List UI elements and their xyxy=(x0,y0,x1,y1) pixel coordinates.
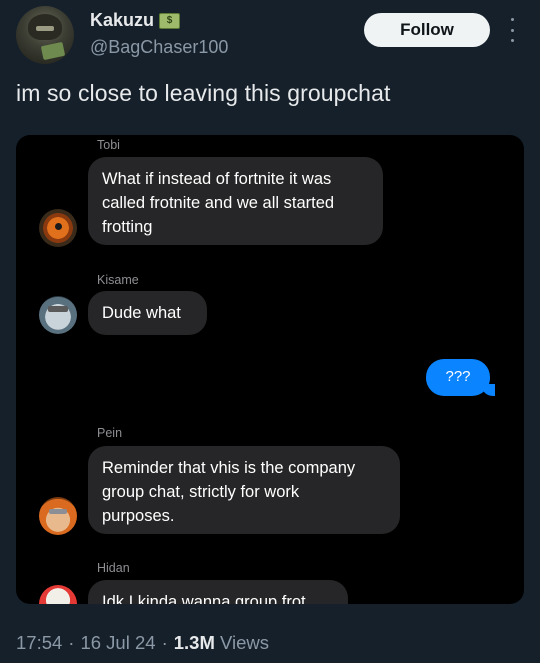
chat-sender-name: Hidan xyxy=(97,561,130,575)
chat-bubble-incoming: What if instead of fortnite it was calle… xyxy=(88,157,383,245)
chat-bubble-incoming: Idk I kinda wanna group frot xyxy=(88,580,348,604)
avatar-eyes-shape xyxy=(36,26,54,31)
follow-button[interactable]: Follow xyxy=(364,13,490,47)
tweet-media-chat-screenshot[interactable]: Tobi What if instead of fortnite it was … xyxy=(16,135,524,604)
hidan-avatar xyxy=(39,585,77,604)
avatar-money-shape xyxy=(40,41,66,61)
tweet-time[interactable]: 17:54 xyxy=(16,632,62,654)
chat-bubble-incoming: Dude what xyxy=(88,291,207,335)
tweet-header: Kakuzu $ @BagChaser100 Follow xyxy=(0,0,540,70)
more-dot xyxy=(510,28,514,32)
author-handle[interactable]: @BagChaser100 xyxy=(90,37,228,58)
kisame-avatar xyxy=(39,296,77,334)
author-avatar[interactable] xyxy=(16,6,74,64)
chat-bubble-incoming: Reminder that vhis is the company group … xyxy=(88,446,400,534)
chat-sender-name: Kisame xyxy=(97,273,139,287)
money-emoji-icon: $ xyxy=(159,12,181,29)
more-options-icon[interactable] xyxy=(504,18,520,42)
views-count[interactable]: 1.3M xyxy=(174,632,215,653)
meta-separator: · xyxy=(68,632,75,653)
chat-sender-name: Tobi xyxy=(97,138,120,152)
chat-bubble-outgoing: ??? xyxy=(426,359,495,396)
author-display-name[interactable]: Kakuzu xyxy=(90,10,154,31)
more-dot xyxy=(510,18,514,21)
tobi-avatar xyxy=(39,209,77,247)
more-dot xyxy=(510,39,514,42)
tweet-text: im so close to leaving this groupchat xyxy=(16,80,391,106)
meta-separator: · xyxy=(161,632,168,653)
tweet-meta: 17:54 · 16 Jul 24 · 1.3M Views xyxy=(16,632,269,654)
views-label: Views xyxy=(220,632,270,653)
tweet-date[interactable]: 16 Jul 24 xyxy=(80,632,155,654)
pein-avatar xyxy=(39,497,77,535)
author-name-row[interactable]: Kakuzu $ xyxy=(90,10,181,31)
chat-sender-name: Pein xyxy=(97,426,123,440)
